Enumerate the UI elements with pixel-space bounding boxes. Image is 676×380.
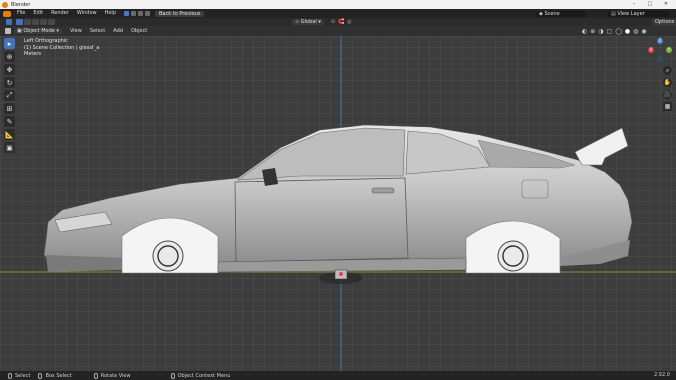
zoom-icon[interactable]: ⌕ xyxy=(663,66,672,75)
pivot-icon[interactable]: ⊙ xyxy=(331,19,335,25)
status-bar: Select Box Select Rotate View Object Con… xyxy=(0,371,676,380)
rotate-tool-icon[interactable]: ↻ xyxy=(4,77,15,88)
top-menubar: File Edit Render Window Help Back to Pre… xyxy=(0,9,676,18)
status-rotate-label: Rotate View xyxy=(100,372,131,379)
close-button[interactable]: ✕ xyxy=(660,0,672,9)
menu-render[interactable]: Render xyxy=(47,9,73,18)
viewport-header: ▣ Object Mode ▾ View Select Add Object ◐… xyxy=(0,26,676,36)
proportional-edit-icon[interactable]: ◎ xyxy=(347,19,351,25)
scene-selector[interactable]: ◆ Scene xyxy=(536,10,586,17)
status-select-label: Select xyxy=(15,372,31,379)
version-label: 2.92.0 xyxy=(654,372,670,378)
tool-settings-header: ⊹ Global ▾ ⊙ 🧲 ◎ Options ▾ xyxy=(0,18,676,31)
gizmo-x-axis[interactable]: X xyxy=(648,47,654,53)
status-context-label: Object Context Menu xyxy=(177,372,231,379)
overlay-toggle-icon[interactable]: ◑ xyxy=(598,28,603,35)
orientation-label: Global xyxy=(300,19,317,25)
workspace-uv-icon[interactable] xyxy=(145,11,150,16)
move-tool-icon[interactable]: ✥ xyxy=(4,64,15,75)
rear-spoiler xyxy=(574,127,629,166)
annotate-tool-icon[interactable]: ✎ xyxy=(4,116,15,127)
blender-menu-icon[interactable] xyxy=(3,10,11,17)
select-intersect-icon[interactable] xyxy=(48,19,55,25)
status-rotate: Rotate View xyxy=(93,372,131,379)
scene-name: Scene xyxy=(544,10,560,17)
blender-logo-icon xyxy=(2,1,8,8)
3d-viewport[interactable] xyxy=(0,36,676,371)
tool-shelf: ▸ ⊕ ✥ ↻ ⤢ ⊞ ✎ 📐 ▣ xyxy=(4,38,16,155)
rendered-shading-icon[interactable]: ◉ xyxy=(641,28,646,35)
scale-tool-icon[interactable]: ⤢ xyxy=(4,90,15,101)
navigation-gizmo[interactable]: Z Y X xyxy=(648,38,672,62)
visibility-icon[interactable]: ◐ xyxy=(582,28,587,35)
wireframe-shading-icon[interactable]: ◯ xyxy=(615,28,622,35)
cursor-tool-icon[interactable]: ⊕ xyxy=(4,51,15,62)
view-layer-name: View Layer xyxy=(617,10,645,17)
transform-tool-icon[interactable]: ⊞ xyxy=(4,103,15,114)
transform-orientation-dropdown[interactable]: ⊹ Global ▾ xyxy=(292,19,324,25)
mode-label: Object Mode xyxy=(23,28,55,34)
view-layer-selector[interactable]: ▤ View Layer xyxy=(608,10,670,17)
menu-add[interactable]: Add xyxy=(109,26,127,36)
status-box-select-label: Box Select xyxy=(45,372,72,379)
solid-shading-icon[interactable]: ● xyxy=(625,28,630,35)
select-invert-icon[interactable] xyxy=(40,19,47,25)
gizmo-z-axis[interactable]: Z xyxy=(657,38,663,44)
pan-hand-icon[interactable]: ✋ xyxy=(663,78,672,87)
status-context-menu: Object Context Menu xyxy=(170,372,231,379)
menu-view[interactable]: View xyxy=(66,26,86,36)
window-titlebar: Blender – □ ✕ xyxy=(0,0,676,9)
material-shading-icon[interactable]: ◍ xyxy=(633,28,638,35)
rear-glass xyxy=(477,139,576,169)
viewport-info: Left Orthographic (1) Scene Collection |… xyxy=(24,38,99,58)
options-label: Options xyxy=(655,19,675,25)
menu-select[interactable]: Select xyxy=(86,26,109,36)
xray-icon[interactable]: ▢ xyxy=(607,28,613,35)
menu-edit[interactable]: Edit xyxy=(29,9,47,18)
workspace-layout-icon[interactable] xyxy=(124,11,129,16)
menu-file[interactable]: File xyxy=(13,9,29,18)
select-new-icon[interactable] xyxy=(16,19,23,25)
gizmo-y-axis[interactable]: Y xyxy=(666,47,672,53)
units-label: Meters xyxy=(24,51,42,57)
window-title: Blender xyxy=(11,1,31,8)
add-cube-tool-icon[interactable]: ▣ xyxy=(4,142,15,153)
menu-window[interactable]: Window xyxy=(73,9,101,18)
select-box-tool-icon[interactable]: ▸ xyxy=(4,38,15,49)
workspace-sculpt-icon[interactable] xyxy=(138,11,143,16)
mouse-right-icon xyxy=(170,372,175,379)
back-to-previous-button[interactable]: Back to Previous xyxy=(155,10,205,17)
menu-object[interactable]: Object xyxy=(127,26,151,36)
navigation-controls: ⌕ ✋ 🎥 ▦ xyxy=(663,66,672,114)
gizmo-neg-z[interactable] xyxy=(657,56,663,62)
select-subtract-icon[interactable] xyxy=(32,19,39,25)
measure-tool-icon[interactable]: 📐 xyxy=(4,129,15,140)
editor-type-icon[interactable] xyxy=(5,28,11,34)
maximize-button[interactable]: □ xyxy=(644,0,656,9)
mouse-drag-icon xyxy=(38,372,43,379)
perspective-toggle-icon[interactable]: ▦ xyxy=(663,102,672,111)
gizmo-toggle-icon[interactable]: ⊕ xyxy=(590,28,595,35)
mode-dropdown[interactable]: ▣ Object Mode ▾ xyxy=(14,28,62,34)
select-extend-icon[interactable] xyxy=(24,19,31,25)
status-select: Select xyxy=(8,372,31,379)
status-box-select: Box Select xyxy=(38,372,72,379)
camera-view-icon[interactable]: 🎥 xyxy=(663,90,672,99)
viewport-shading-controls: ◐ ⊕ ◑ ▢ ◯ ● ◍ ◉ xyxy=(582,28,647,35)
tool-select-icon[interactable] xyxy=(6,19,12,25)
mouse-left-icon xyxy=(8,372,12,379)
car-model xyxy=(0,36,676,371)
mouse-middle-icon xyxy=(93,372,98,379)
door-handle xyxy=(371,187,395,194)
workspace-modeling-icon[interactable] xyxy=(131,11,136,16)
minimize-button[interactable]: – xyxy=(628,0,640,9)
transform-controls: ⊹ Global ▾ ⊙ 🧲 ◎ xyxy=(292,19,352,25)
select-mode-group xyxy=(16,19,55,25)
snap-icon[interactable]: 🧲 xyxy=(338,19,344,25)
menu-help[interactable]: Help xyxy=(101,9,120,18)
